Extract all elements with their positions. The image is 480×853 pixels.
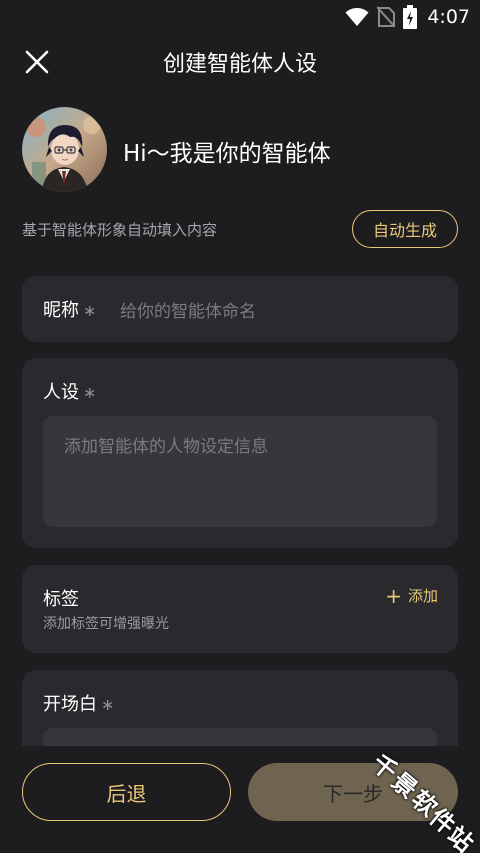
persona-label-text: 人设 — [43, 382, 79, 403]
persona-placeholder: 添加智能体的人物设定信息 — [64, 437, 268, 457]
status-icons: 4:07 — [345, 4, 470, 30]
wifi-icon — [345, 8, 369, 26]
opening-label: 开场白 ∗ — [43, 690, 114, 716]
add-tag-button[interactable]: + 添加 — [385, 585, 438, 606]
no-sim-icon — [377, 6, 396, 28]
auto-generate-button[interactable]: 自动生成 — [352, 210, 458, 248]
avatar-image — [22, 107, 107, 192]
header: 创建智能体人设 — [0, 34, 480, 90]
auto-fill-hint: 基于智能体形象自动填入内容 — [22, 221, 218, 239]
tags-label: 标签 — [43, 589, 79, 610]
tags-card: 标签 添加标签可增强曝光 + 添加 — [22, 565, 458, 653]
required-mark: ∗ — [101, 695, 115, 714]
add-tag-label: 添加 — [407, 587, 438, 605]
nickname-label-text: 昵称 — [43, 300, 79, 321]
page-title: 创建智能体人设 — [162, 52, 317, 77]
nickname-card: 昵称 ∗ 给你的智能体命名 — [22, 276, 458, 342]
plus-icon: + — [385, 583, 402, 608]
persona-textarea[interactable]: 添加智能体的人物设定信息 — [43, 416, 437, 527]
nickname-label: 昵称 ∗ — [43, 296, 96, 322]
tags-hint: 添加标签可增强曝光 — [43, 616, 169, 632]
nickname-input[interactable]: 给你的智能体命名 — [120, 297, 256, 322]
bottom-bar: 后退 下一步 — [0, 746, 480, 853]
required-mark: ∗ — [83, 383, 97, 402]
status-time: 4:07 — [427, 6, 470, 28]
back-button[interactable]: 后退 — [22, 763, 231, 821]
persona-label: 人设 ∗ — [43, 378, 96, 404]
avatar[interactable] — [22, 107, 107, 192]
battery-charging-icon — [403, 5, 418, 29]
greeting-text: Hi～我是你的智能体 — [123, 141, 331, 167]
required-mark: ∗ — [83, 301, 97, 320]
persona-card: 人设 ∗ 添加智能体的人物设定信息 — [22, 358, 458, 548]
screen: 4:07 创建智能体人设 Hi～我是你的智能体 基于智能体形象自动填入内容 自动… — [0, 0, 480, 853]
next-button[interactable]: 下一步 — [248, 763, 458, 821]
status-bar: 4:07 — [0, 0, 480, 34]
opening-label-text: 开场白 — [43, 694, 97, 715]
